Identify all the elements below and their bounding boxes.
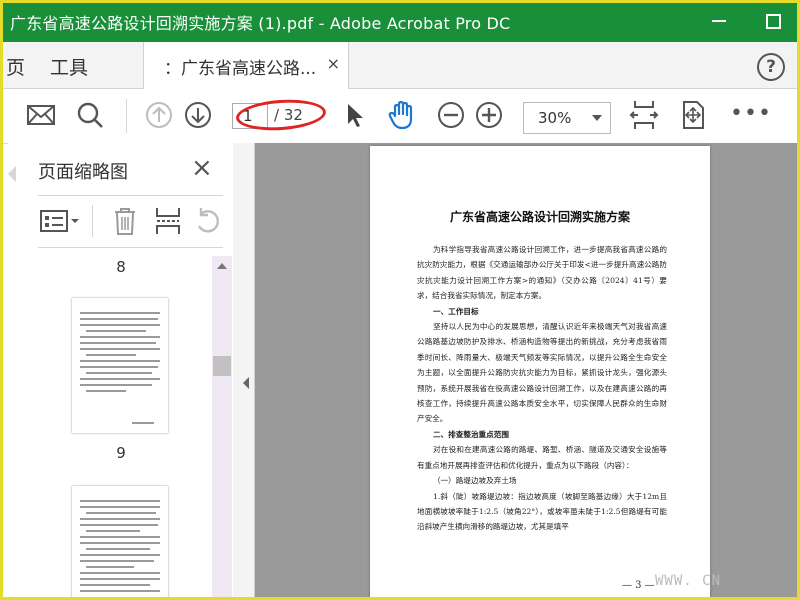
insert-page-icon[interactable] [153,206,183,236]
panel-title: 页面缩略图 [38,162,128,183]
menu-home[interactable]: 页 [6,53,25,80]
more-tools-icon[interactable]: ••• [730,101,772,126]
window-title: 广东省高速公路设计回溯实施方案 (1).pdf - Adobe Acrobat … [10,14,511,33]
panel-tool-separator [92,205,93,237]
rotate-icon[interactable] [193,206,223,236]
document-title: 广东省高速公路设计回溯实施方案 [449,210,630,224]
chevron-down-icon [592,115,602,121]
zoom-out-icon[interactable] [435,99,467,131]
document-tab-label: ：广东省高速公路... [164,59,317,79]
scrollbar-thumb[interactable] [213,356,231,376]
hand-tool-icon[interactable] [385,99,417,131]
title-bar: 广东省高速公路设计回溯实施方案 (1).pdf - Adobe Acrobat … [0,0,800,42]
panel-divider [38,195,223,196]
next-page-icon[interactable] [182,99,214,131]
document-paragraph: 为科学指导我省高速公路设计回溯工作，进一步提高我省高速公路的抗灾防灾能力，根据《… [417,245,667,301]
document-paragraph: 1.斜（陡）坡路堤边坡：指边坡高度（坡脚至路基边缘）大于12m且地面横坡坡率陡于… [417,491,667,532]
menu-bar: 页 工具 ：广东省高速公路... × [0,42,800,89]
minimize-button[interactable] [712,20,726,22]
previous-page-icon[interactable] [143,99,175,131]
document-heading: 二、排查整治重点范围 [433,429,509,439]
thumbnail-page-number: 8 [116,258,126,276]
document-body: 为科学指导我省高速公路设计回溯工作，进一步提高我省高速公路的抗灾防灾能力，根据《… [417,242,667,535]
help-icon[interactable]: ? [757,53,785,81]
mail-icon[interactable] [25,99,57,131]
select-tool-icon[interactable] [339,99,371,131]
zoom-select[interactable]: 30% [523,102,611,134]
tab-close-icon[interactable]: × [327,54,340,73]
toolbar-separator [126,99,127,133]
toolbar: 1 / 32 30% [0,89,800,144]
full-screen-icon[interactable] [677,99,709,131]
panel-close-icon[interactable]: × [191,153,213,183]
document-tab[interactable]: ：广东省高速公路... × [143,42,349,89]
panel-collapse-bar[interactable] [233,143,255,600]
menu-tools[interactable]: 工具 [50,53,88,80]
panel-edge-tab [8,166,16,182]
thumbnail-options-icon[interactable] [40,208,82,234]
page-thumbnails-panel: 页面缩略图 × 8 9 [8,143,234,600]
scroll-up-icon[interactable] [217,263,227,269]
page-thumbnail[interactable] [72,486,168,600]
document-paragraph: 坚持以人民为中心的发展思想，清醒认识近年来极端天气对我省高速公路路基边坡防护及排… [417,322,667,424]
search-icon[interactable] [74,99,106,131]
zoom-value: 30% [538,109,572,127]
thumbnail-page-number: 9 [116,444,126,462]
zoom-in-icon[interactable] [473,99,505,131]
document-page[interactable]: 广东省高速公路设计回溯实施方案 为科学指导我省高速公路设计回溯工作，进一步提高我… [370,146,710,600]
watermark-text: WWW. CN [655,573,722,589]
chevron-left-icon[interactable] [243,377,249,389]
delete-icon[interactable] [112,206,138,236]
maximize-button[interactable] [766,14,781,29]
document-page-number: — 3 — [622,580,655,591]
panel-divider [38,247,223,248]
document-heading: 一、工作目标 [433,306,479,316]
document-paragraph: 对在役和在建高速公路的路堤、路堑、桥涵、隧道及交通安全设施等有重点地开展再排查评… [417,445,667,470]
page-thumbnail[interactable] [72,298,168,433]
document-paragraph: （一）路堤边坡及弃土场 [433,476,517,486]
thumbnail-scrollbar[interactable] [212,256,232,600]
fit-page-icon[interactable] [628,99,660,131]
